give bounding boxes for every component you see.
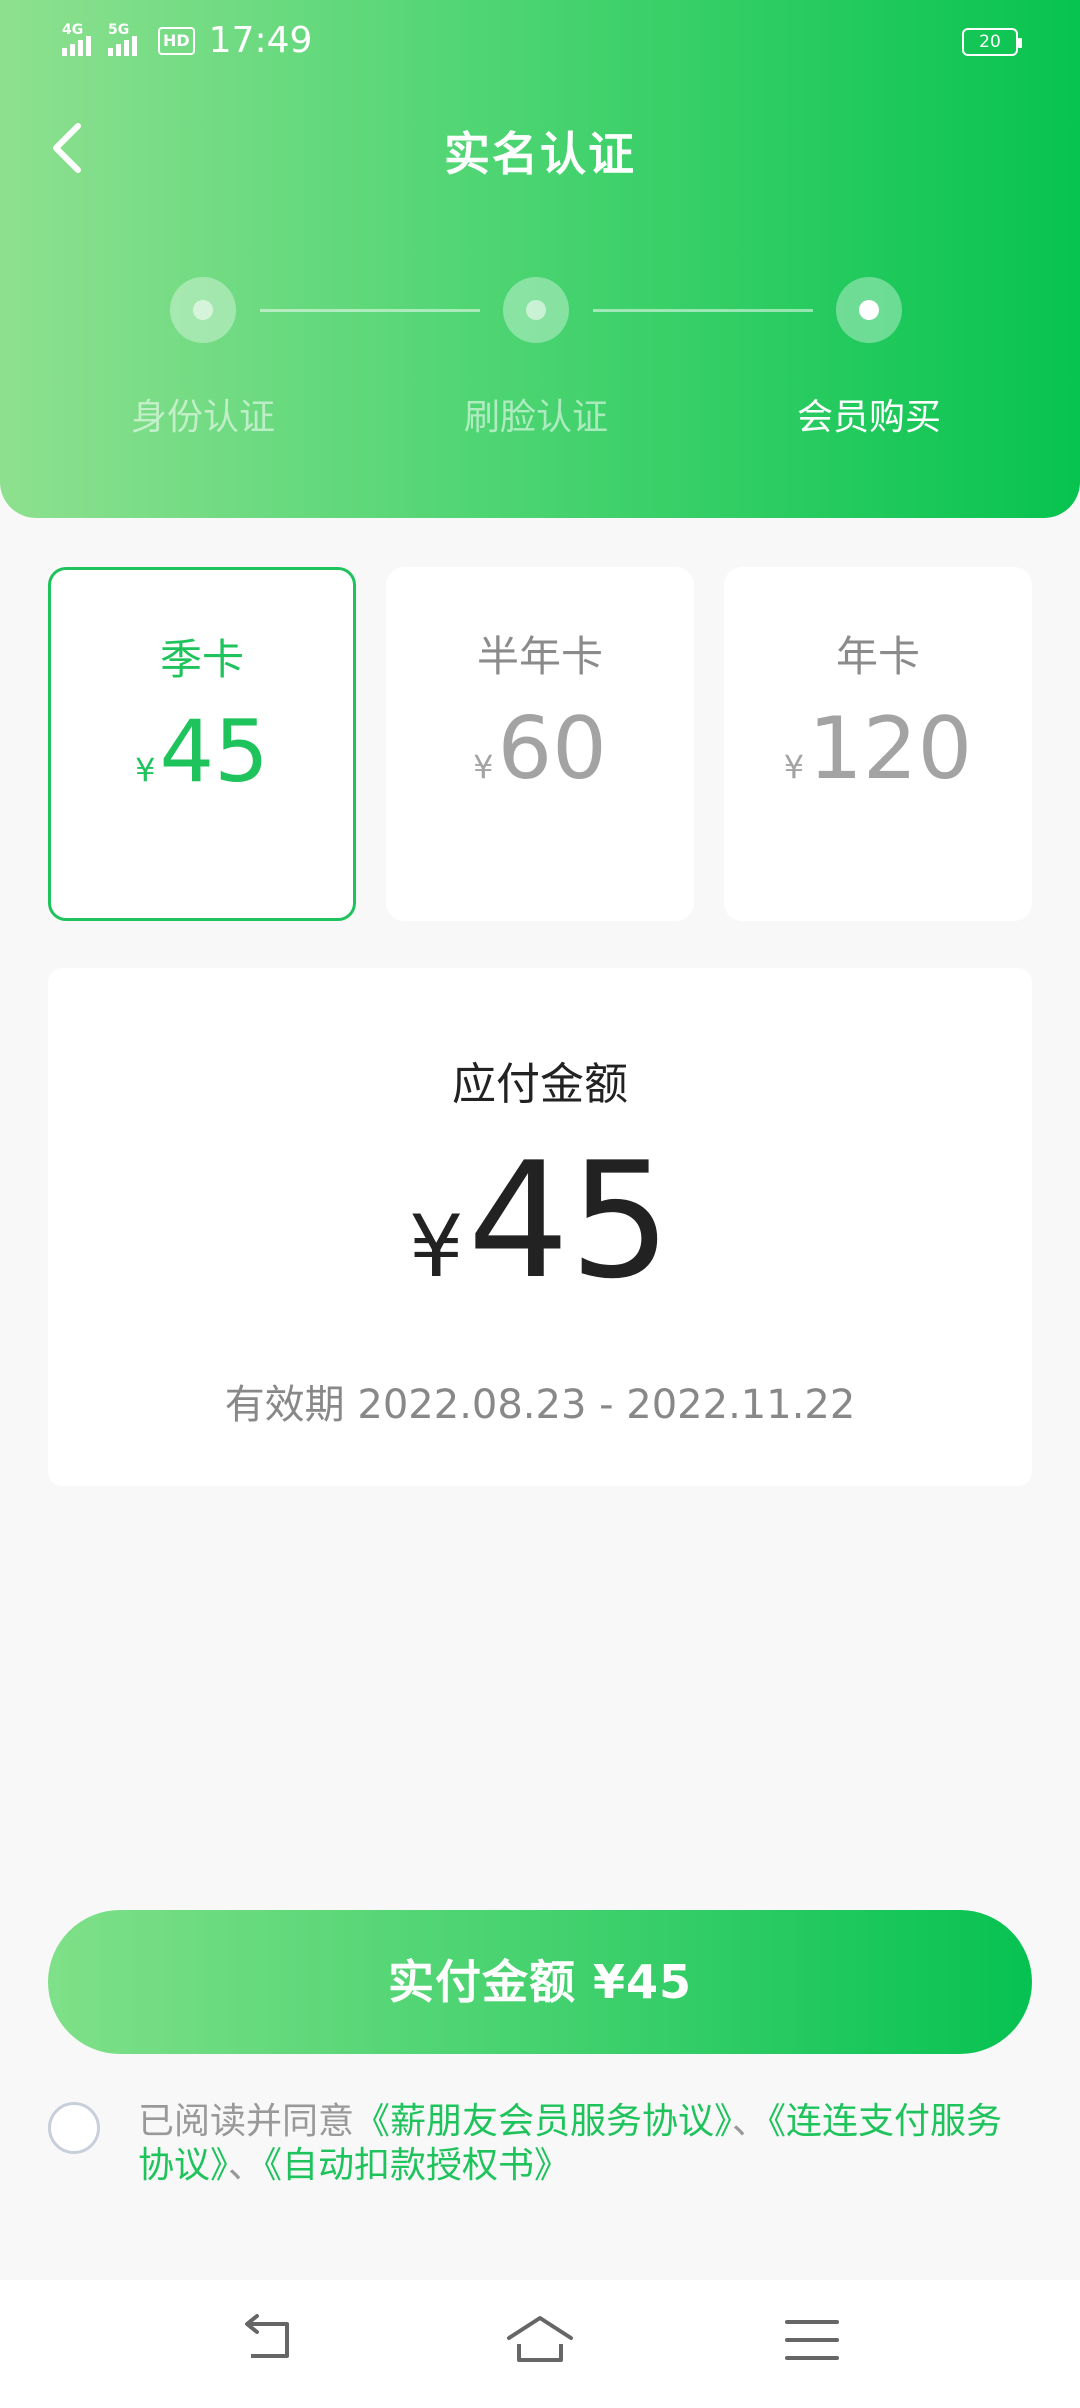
plan-options: 季卡 ¥ 45 半年卡 ¥ 60 年卡 ¥ 120 <box>48 567 1032 921</box>
battery-icon: 20 <box>962 28 1022 56</box>
payment-amount-value: 45 <box>467 1127 672 1314</box>
currency-symbol: ¥ <box>135 751 156 789</box>
clock: 17:49 <box>208 20 313 61</box>
signal-4g-icon: 4G <box>62 22 98 56</box>
nav-back-button[interactable] <box>233 2310 303 2370</box>
home-icon <box>507 2316 573 2362</box>
auto-debit-authorization-link[interactable]: 《自动扣款授权书》 <box>264 2145 570 2186</box>
step-label-3: 会员购买 <box>796 397 941 438</box>
agreement-text: 已阅读并同意《薪朋友会员服务协议》、《连连支付服务协议》、《自动扣款授权书》 <box>138 2100 1038 2188</box>
battery-level: 20 <box>979 32 1001 52</box>
currency-symbol: ¥ <box>473 748 494 786</box>
plan-card-half-year[interactable]: 半年卡 ¥ 60 <box>386 567 694 921</box>
plan-amount: 60 <box>497 699 607 799</box>
menu-icon <box>785 2320 839 2360</box>
agreement-prefix: 已阅读并同意 <box>138 2101 355 2142</box>
separator: 、 <box>228 2145 265 2186</box>
step-label-1: 身份认证 <box>130 397 275 438</box>
step-label-2: 刷脸认证 <box>463 397 608 438</box>
signal-5g-icon: 5G <box>108 22 148 56</box>
page-title: 实名认证 <box>444 127 636 181</box>
header: 4G 5G HD 17:49 20 实名认证 身份认证 刷脸认证 会员购买 <box>0 0 1080 518</box>
payment-title: 应付金额 <box>452 1059 628 1110</box>
status-bar: 4G 5G HD 17:49 20 <box>0 0 1080 80</box>
validity-period: 有效期 2022.08.23 - 2022.11.22 <box>224 1382 856 1428</box>
agree-checkbox[interactable] <box>48 2102 100 2154</box>
hd-badge: HD <box>158 26 195 55</box>
pay-button[interactable]: 实付金额 ¥45 <box>48 1910 1032 2054</box>
plan-name: 年卡 <box>835 632 920 681</box>
back-icon <box>245 2314 289 2358</box>
plan-card-quarterly[interactable]: 季卡 ¥ 45 <box>48 567 356 921</box>
step-connector <box>260 309 480 312</box>
step-dot-2 <box>503 277 569 343</box>
plan-price: ¥ 60 <box>386 699 694 799</box>
nav-home-button[interactable] <box>505 2310 575 2370</box>
membership-agreement-link[interactable]: 《薪朋友会员服务协议》 <box>354 2101 732 2142</box>
plan-price: ¥ 45 <box>51 702 353 802</box>
progress-steps: 身份认证 刷脸认证 会员购买 <box>0 270 1080 440</box>
plan-name: 季卡 <box>159 635 244 684</box>
plan-name: 半年卡 <box>476 632 603 681</box>
nav-menu-button[interactable] <box>777 2310 847 2370</box>
step-dot-3 <box>836 277 902 343</box>
step-connector <box>593 309 813 312</box>
plan-amount: 120 <box>808 699 973 799</box>
network-type-label: 5G <box>108 21 130 38</box>
system-nav-bar <box>0 2280 1080 2408</box>
network-type-label: 4G <box>62 21 84 38</box>
payment-amount: ¥ 45 <box>48 1136 1032 1306</box>
payment-summary-card: 应付金额 ¥ 45 有效期 2022.08.23 - 2022.11.22 <box>48 968 1032 1486</box>
step-dot-1 <box>170 277 236 343</box>
currency-symbol: ¥ <box>408 1197 464 1297</box>
currency-symbol: ¥ <box>783 748 805 786</box>
plan-card-yearly[interactable]: 年卡 ¥ 120 <box>724 567 1032 921</box>
plan-amount: 45 <box>159 702 269 802</box>
separator: 、 <box>732 2101 769 2142</box>
plan-price: ¥ 120 <box>724 699 1032 799</box>
